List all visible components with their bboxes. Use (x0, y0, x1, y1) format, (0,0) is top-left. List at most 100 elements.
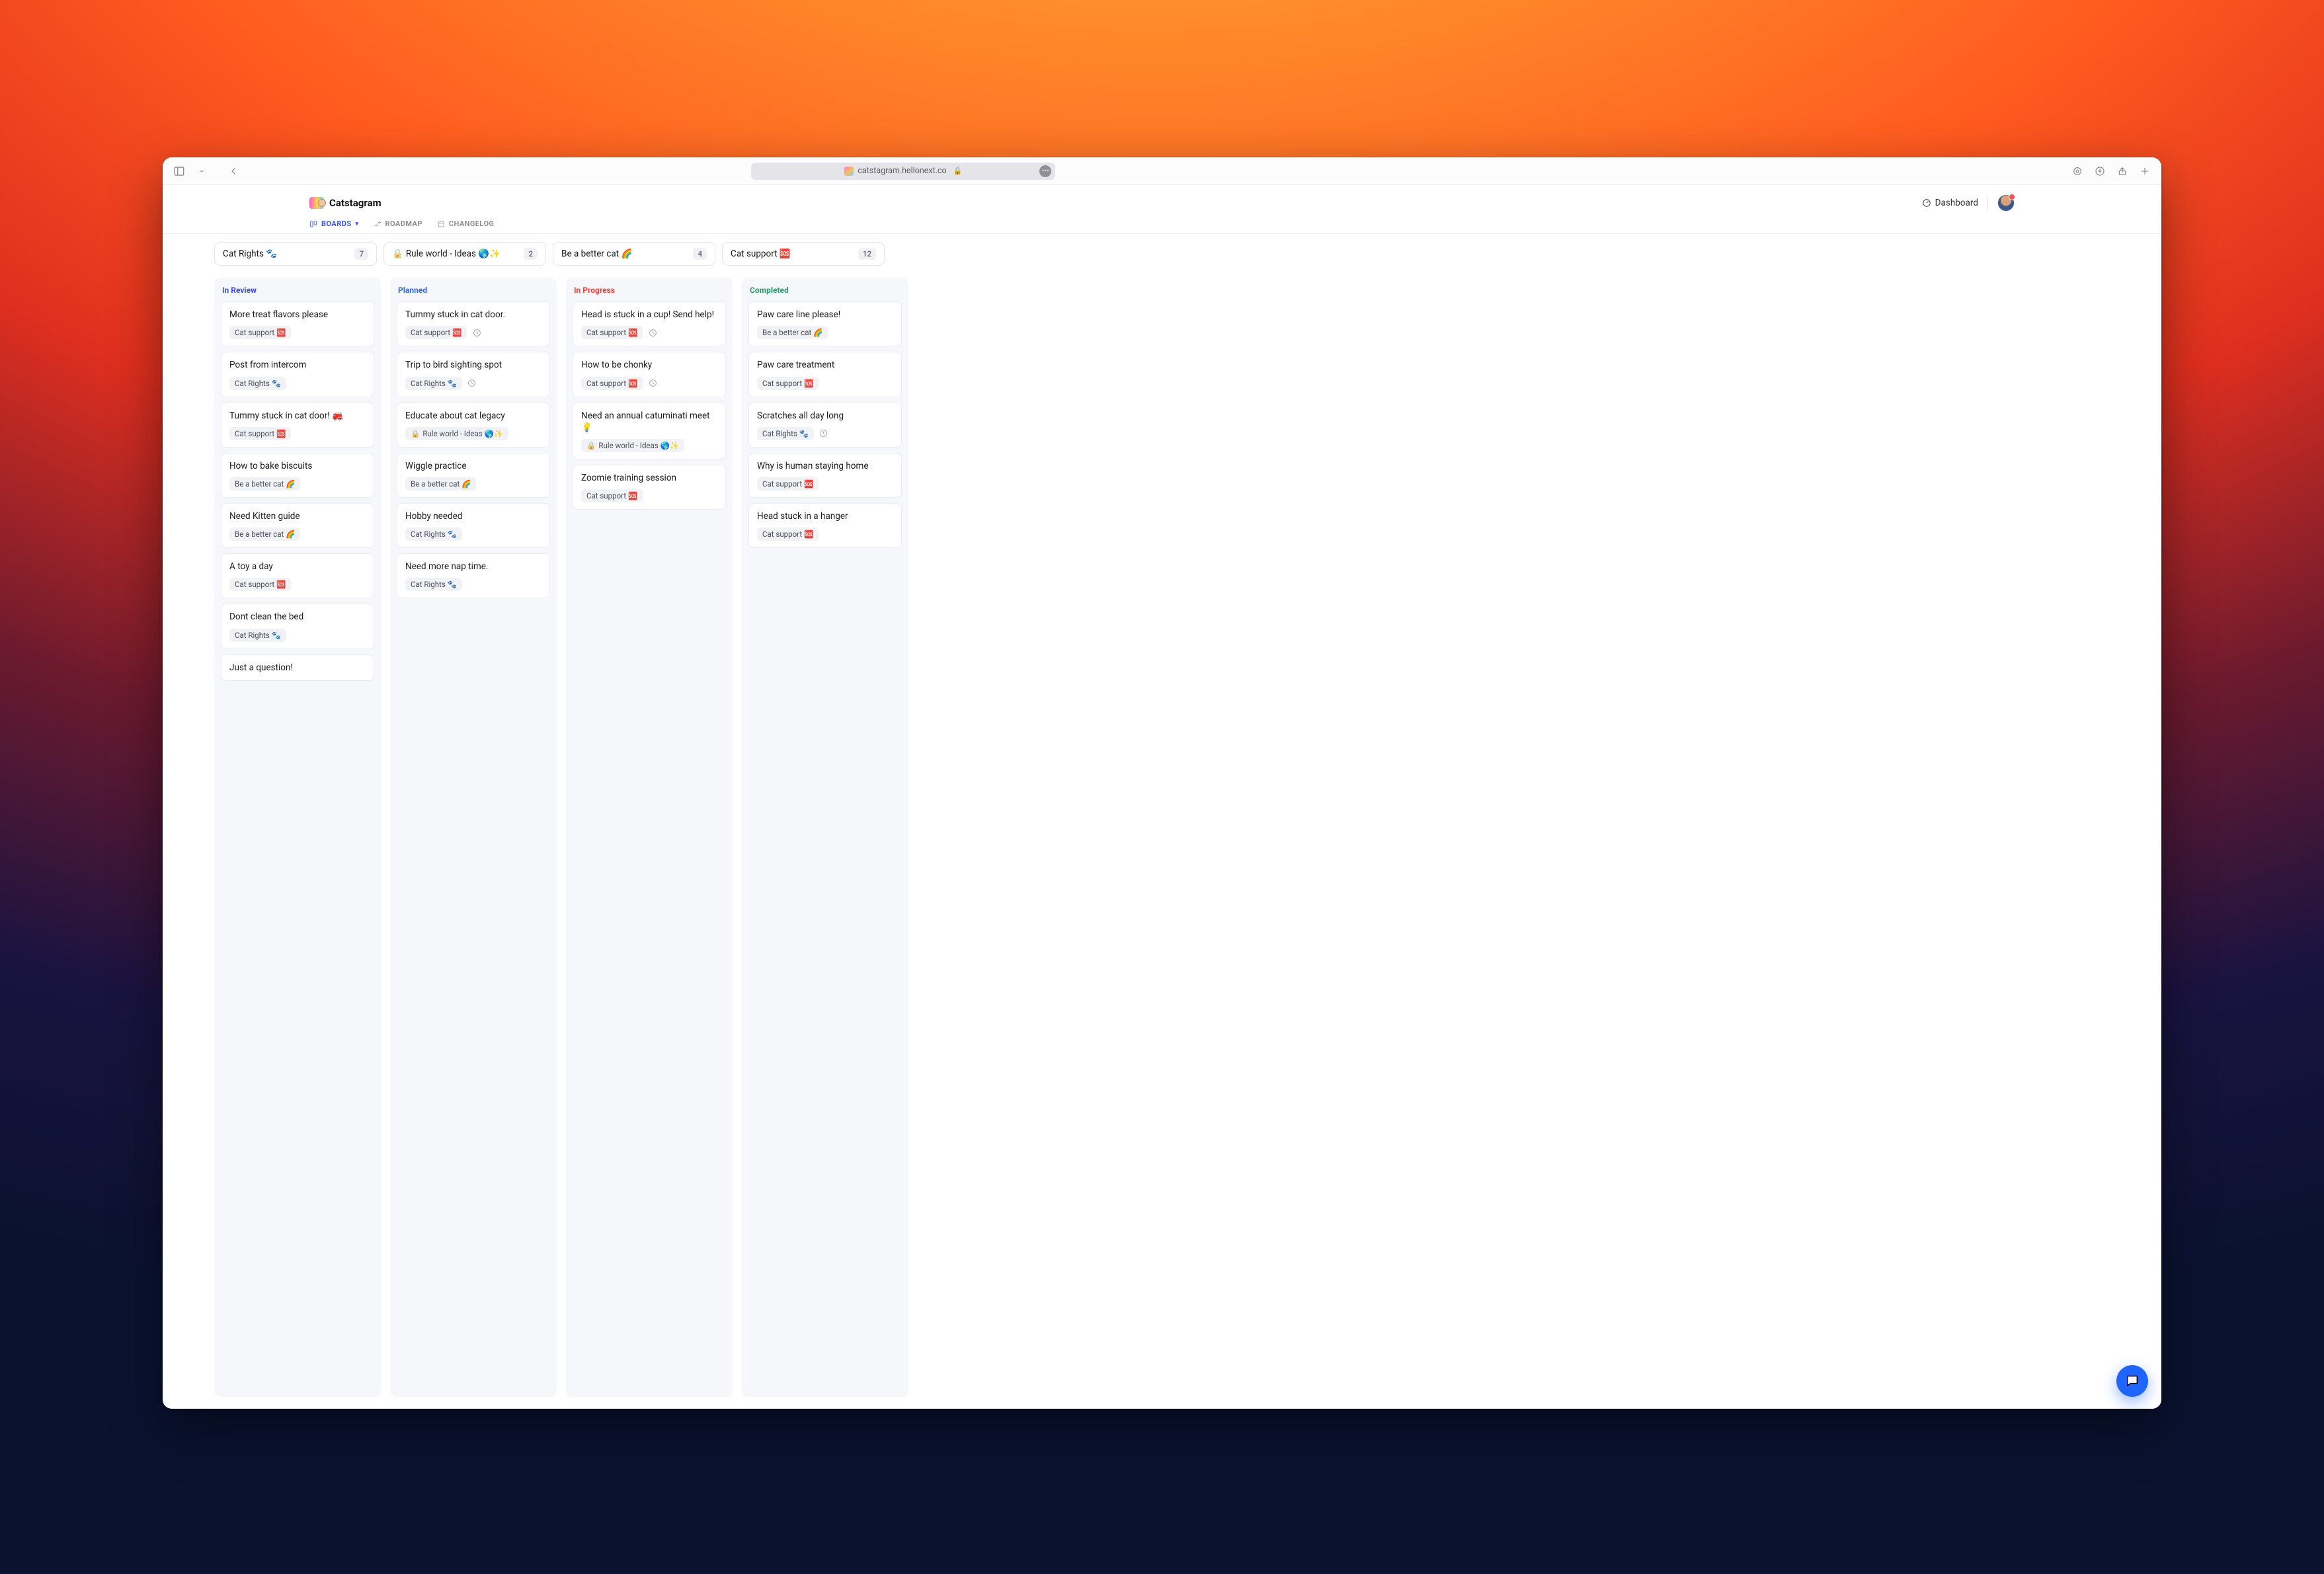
gauge-icon (1922, 198, 1931, 208)
card-tag[interactable]: Cat Rights 🐾 (405, 528, 462, 541)
card-title: More treat flavors please (229, 309, 366, 321)
reader-reload-icon[interactable]: ••• (1039, 165, 1051, 177)
card-tag[interactable]: Cat support 🆘 (757, 477, 819, 491)
card-tag-label: Cat support 🆘 (586, 328, 637, 337)
card-tag[interactable]: Cat support 🆘 (229, 427, 291, 440)
card-tag-label: Cat Rights 🐾 (762, 429, 809, 438)
kanban-card[interactable]: Head stuck in a hangerCat support 🆘 (748, 503, 902, 548)
card-tag-label: Be a better cat 🌈 (235, 530, 295, 539)
tab-roadmap[interactable]: ROADMAP (374, 219, 422, 228)
card-tag[interactable]: Cat support 🆘 (581, 489, 643, 502)
card-tag-row: 🔒Rule world - Ideas 🌎✨ (405, 427, 541, 440)
kanban-card[interactable]: Why is human staying home Cat support 🆘 (748, 453, 902, 498)
card-tag[interactable]: Cat Rights 🐾 (405, 578, 462, 591)
kanban-card[interactable]: Paw care treatment Cat support 🆘 (748, 352, 902, 397)
filter-chip-count: 7 (354, 248, 368, 260)
card-title: How to be chonky (581, 359, 717, 371)
kanban-card[interactable]: Head is stuck in a cup! Send help! Cat su… (573, 301, 726, 346)
card-tag[interactable]: Cat support 🆘 (757, 528, 819, 541)
tab-changelog[interactable]: CHANGELOG (437, 219, 495, 228)
filter-chip-label: Cat support 🆘 (731, 249, 791, 259)
card-tag[interactable]: Cat support 🆘 (581, 377, 643, 390)
card-title: Why is human staying home (757, 460, 893, 472)
kanban-card[interactable]: Trip to bird sighting spotCat Rights 🐾 (397, 352, 550, 397)
kanban-card[interactable]: Just a question! (221, 654, 374, 681)
user-avatar[interactable] (1997, 194, 2015, 212)
card-tag-row: 🔒Rule world - Ideas 🌎✨ (581, 439, 717, 452)
card-tag-label: Cat support 🆘 (762, 479, 813, 489)
kanban-card[interactable]: Need Kitten guideBe a better cat 🌈 (221, 503, 374, 548)
card-title: Paw care treatment (757, 359, 893, 371)
kanban-card[interactable]: Educate about cat legacy🔒Rule world - Id… (397, 403, 550, 448)
kanban-card[interactable]: Paw care line please!Be a better cat 🌈 (748, 301, 902, 346)
roadmap-icon (374, 220, 381, 228)
card-tag-row: Cat support 🆘 (229, 326, 366, 339)
back-button-icon[interactable] (226, 164, 241, 178)
app-brand[interactable]: Catstagram (177, 197, 381, 209)
kanban-card[interactable]: Post from intercom Cat Rights 🐾 (221, 352, 374, 397)
card-tag[interactable]: Cat Rights 🐾 (405, 377, 462, 390)
card-tag-row: Cat Rights 🐾 (405, 578, 541, 591)
card-tag-label: Cat Rights 🐾 (411, 530, 457, 539)
kanban-card[interactable]: Hobby needed Cat Rights 🐾 (397, 503, 550, 548)
clock-icon (648, 379, 657, 388)
toolbar-dropdown-icon[interactable] (194, 164, 209, 178)
card-tag-label: Cat support 🆘 (235, 429, 286, 438)
card-tag[interactable]: Cat Rights 🐾 (757, 427, 814, 440)
card-tag-label: Cat Rights 🐾 (235, 631, 281, 640)
board-filter-chip[interactable]: 🔒Rule world - Ideas 🌎✨2 (383, 242, 546, 266)
card-tag[interactable]: Be a better cat 🌈 (757, 326, 828, 339)
card-title: Head is stuck in a cup! Send help! (581, 309, 717, 321)
card-title: Tummy stuck in cat door. (405, 309, 541, 321)
shield-icon[interactable] (2070, 164, 2085, 178)
kanban-card[interactable]: Need an annual catuminati meet 💡🔒Rule wo… (573, 403, 726, 459)
card-tag[interactable]: Cat support 🆘 (229, 578, 291, 591)
card-tag[interactable]: Be a better cat 🌈 (229, 477, 300, 491)
kanban-card[interactable]: How to be chonky Cat support 🆘 (573, 352, 726, 397)
board-filter-chip[interactable]: Cat support 🆘 12 (722, 242, 885, 266)
card-tag[interactable]: Cat support 🆘 (757, 377, 819, 390)
lock-icon: 🔒 (953, 167, 963, 175)
column-title: Completed (748, 284, 902, 296)
chat-fab[interactable] (2116, 1365, 2148, 1397)
dashboard-link[interactable]: Dashboard (1922, 198, 1978, 208)
card-tag[interactable]: Cat Rights 🐾 (229, 377, 286, 390)
card-tag[interactable]: 🔒Rule world - Ideas 🌎✨ (405, 427, 508, 440)
kanban-card[interactable]: Tummy stuck in cat door! 🚒Cat support 🆘 (221, 403, 374, 448)
kanban-board[interactable]: In ReviewMore treat flavors pleaseCat su… (163, 268, 2161, 1409)
kanban-card[interactable]: Tummy stuck in cat door. Cat support 🆘 (397, 301, 550, 346)
address-bar[interactable]: catstagram.hellonext.co 🔒 ••• (751, 163, 1055, 180)
filter-chip-count: 12 (858, 248, 876, 260)
kanban-card[interactable]: Scratches all day longCat Rights 🐾 (748, 403, 902, 448)
downloads-icon[interactable] (2093, 164, 2107, 178)
board-filter-chip[interactable]: Cat Rights 🐾7 (214, 242, 377, 266)
card-tag[interactable]: Be a better cat 🌈 (229, 528, 300, 541)
card-tag[interactable]: Cat Rights 🐾 (229, 629, 286, 642)
kanban-card[interactable]: Wiggle practiceBe a better cat 🌈 (397, 453, 550, 498)
kanban-card[interactable]: How to bake biscuitsBe a better cat 🌈 (221, 453, 374, 498)
card-tag[interactable]: Cat support 🆘 (229, 326, 291, 339)
kanban-column-review: In ReviewMore treat flavors pleaseCat su… (214, 278, 381, 1397)
app-tabs: BOARDS ▾ ROADMAP CHANGELOG (177, 218, 2147, 233)
sidebar-toggle-icon[interactable] (172, 164, 186, 178)
kanban-card[interactable]: More treat flavors please Cat support 🆘 (221, 301, 374, 346)
tab-roadmap-label: ROADMAP (385, 219, 422, 228)
board-filter-chip[interactable]: Be a better cat 🌈4 (553, 242, 715, 266)
card-title: Hobby needed (405, 510, 541, 522)
share-icon[interactable] (2115, 164, 2130, 178)
kanban-card[interactable]: A toy a day Cat support 🆘 (221, 553, 374, 598)
card-tag[interactable]: Be a better cat 🌈 (405, 477, 476, 491)
card-tag-label: Cat support 🆘 (586, 379, 637, 388)
card-tag-label: Cat support 🆘 (586, 491, 637, 500)
tab-boards[interactable]: BOARDS ▾ (309, 219, 358, 228)
card-title: A toy a day (229, 561, 366, 572)
kanban-card[interactable]: Dont clean the bedCat Rights 🐾 (221, 604, 374, 649)
card-tag-label: Cat Rights 🐾 (235, 379, 281, 388)
kanban-card[interactable]: Zoomie training sessionCat support 🆘 (573, 465, 726, 510)
new-tab-icon[interactable] (2138, 164, 2152, 178)
card-tag[interactable]: 🔒Rule world - Ideas 🌎✨ (581, 439, 684, 452)
card-tag[interactable]: Cat support 🆘 (581, 326, 643, 339)
card-tag[interactable]: Cat support 🆘 (405, 326, 467, 339)
kanban-card[interactable]: Need more nap time.Cat Rights 🐾 (397, 553, 550, 598)
card-title: Post from intercom (229, 359, 366, 371)
